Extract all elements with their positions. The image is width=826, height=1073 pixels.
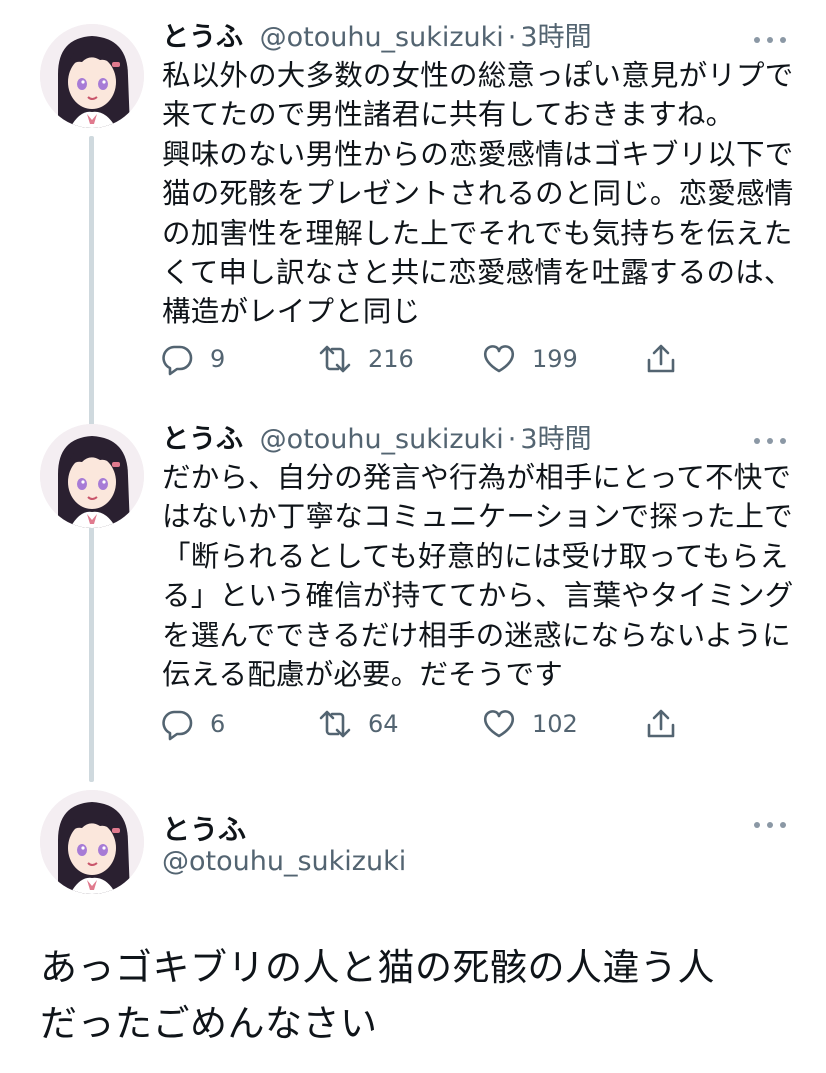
tweet-header: とうふ @otouhu_sukizuki · 3時間 [162, 20, 592, 56]
avatar-illustration [40, 424, 144, 528]
tweet-text-line: 猫の死骸をプレゼントされるのと同じ。恋愛感情 [162, 177, 794, 211]
avatar[interactable] [40, 24, 144, 128]
tweet-text-line: だから、自分の発言や行為が相手にとって不快で [162, 461, 792, 494]
tweet-text: 私以外の大多数の女性の総意っぽい意見がリプで 来てたので男性諸君に共有しておきま… [162, 56, 802, 332]
heart-icon [483, 345, 515, 373]
timestamp[interactable]: 3時間 [520, 22, 591, 53]
reply-button[interactable]: 6 [160, 702, 225, 746]
tweet-text: だから、自分の発言や行為が相手にとって不快で はないか丁寧なコミュニケーションで… [162, 458, 802, 694]
tweet-actions: 9 216 199 [160, 337, 700, 381]
like-count: 199 [532, 345, 578, 373]
reply-icon [162, 710, 193, 741]
like-button[interactable]: 102 [482, 702, 578, 746]
reply-icon [162, 345, 193, 376]
avatar-illustration [40, 24, 144, 128]
more-options-icon[interactable] [754, 820, 788, 830]
tweet-text-line: 私以外の大多数の女性の総意っぽい意見がリプで [162, 59, 794, 92]
reply-count: 9 [210, 345, 226, 373]
more-options-icon[interactable] [754, 436, 788, 446]
separator-dot: · [507, 22, 517, 53]
tweet-header: とうふ @otouhu_sukizuki · 3時間 [162, 422, 592, 458]
retweet-button[interactable]: 216 [318, 337, 414, 381]
display-name[interactable]: とうふ [162, 424, 243, 455]
share-icon [647, 709, 675, 738]
retweet-icon [319, 345, 351, 373]
tweet-text-line: 来てたので男性諸君に共有しておきますね。 [162, 98, 735, 132]
display-name[interactable]: とうふ [162, 808, 246, 848]
user-handle[interactable]: @otouhu_sukizuki [162, 846, 406, 877]
tweet-text-line: だったごめんなさい [40, 1002, 378, 1045]
tweet-text-line: はないか丁寧なコミュニケーションで探った上で [162, 500, 793, 534]
share-button[interactable] [644, 337, 678, 381]
more-options-icon[interactable] [754, 35, 788, 45]
display-name[interactable]: とうふ [162, 22, 243, 53]
retweet-icon [319, 710, 351, 738]
like-button[interactable]: 199 [482, 337, 578, 381]
tweet-text-line: くて申し訳なさと共に恋愛感情を吐露するのは、 [162, 256, 793, 290]
tweet-text-line: あっゴキブリの人と猫の死骸の人違う人 [40, 946, 715, 989]
share-button[interactable] [644, 702, 678, 746]
share-icon [647, 344, 675, 373]
reply-button[interactable]: 9 [160, 337, 225, 381]
timestamp[interactable]: 3時間 [520, 424, 591, 455]
retweet-count: 216 [368, 345, 414, 373]
main-tweet-text: あっゴキブリの人と猫の死骸の人違う人 だったごめんなさい [40, 940, 810, 1052]
reply-count: 6 [210, 710, 226, 738]
user-handle[interactable]: @otouhu_sukizuki [260, 22, 504, 53]
tweet-text-line: 興味のない男性からの恋愛感情はゴキブリ以下で [162, 137, 794, 171]
tweet-text-line: の加害性を理解した上でそれでも気持ちを伝えた [162, 216, 793, 250]
retweet-button[interactable]: 64 [318, 702, 399, 746]
tweet-text-line: 「断られるとしても好意的には受け取ってもらえ [162, 539, 789, 573]
avatar[interactable] [40, 424, 144, 528]
retweet-count: 64 [368, 710, 399, 738]
tweet-text-line: 伝える配慮が必要。だそうです [162, 658, 563, 692]
tweet-text-line: を選んでできるだけ相手の迷惑にならないように [162, 618, 791, 652]
like-count: 102 [532, 710, 578, 738]
avatar[interactable] [40, 790, 144, 894]
tweet-text-line: る」という確信が持ててから、言葉やタイミング [162, 579, 794, 613]
user-handle[interactable]: @otouhu_sukizuki [260, 424, 504, 455]
heart-icon [483, 710, 515, 738]
separator-dot: · [507, 424, 517, 455]
avatar-illustration [40, 790, 144, 894]
tweet-actions: 6 64 102 [160, 702, 700, 746]
tweet-text-line: 構造がレイプと同じ [162, 295, 421, 329]
